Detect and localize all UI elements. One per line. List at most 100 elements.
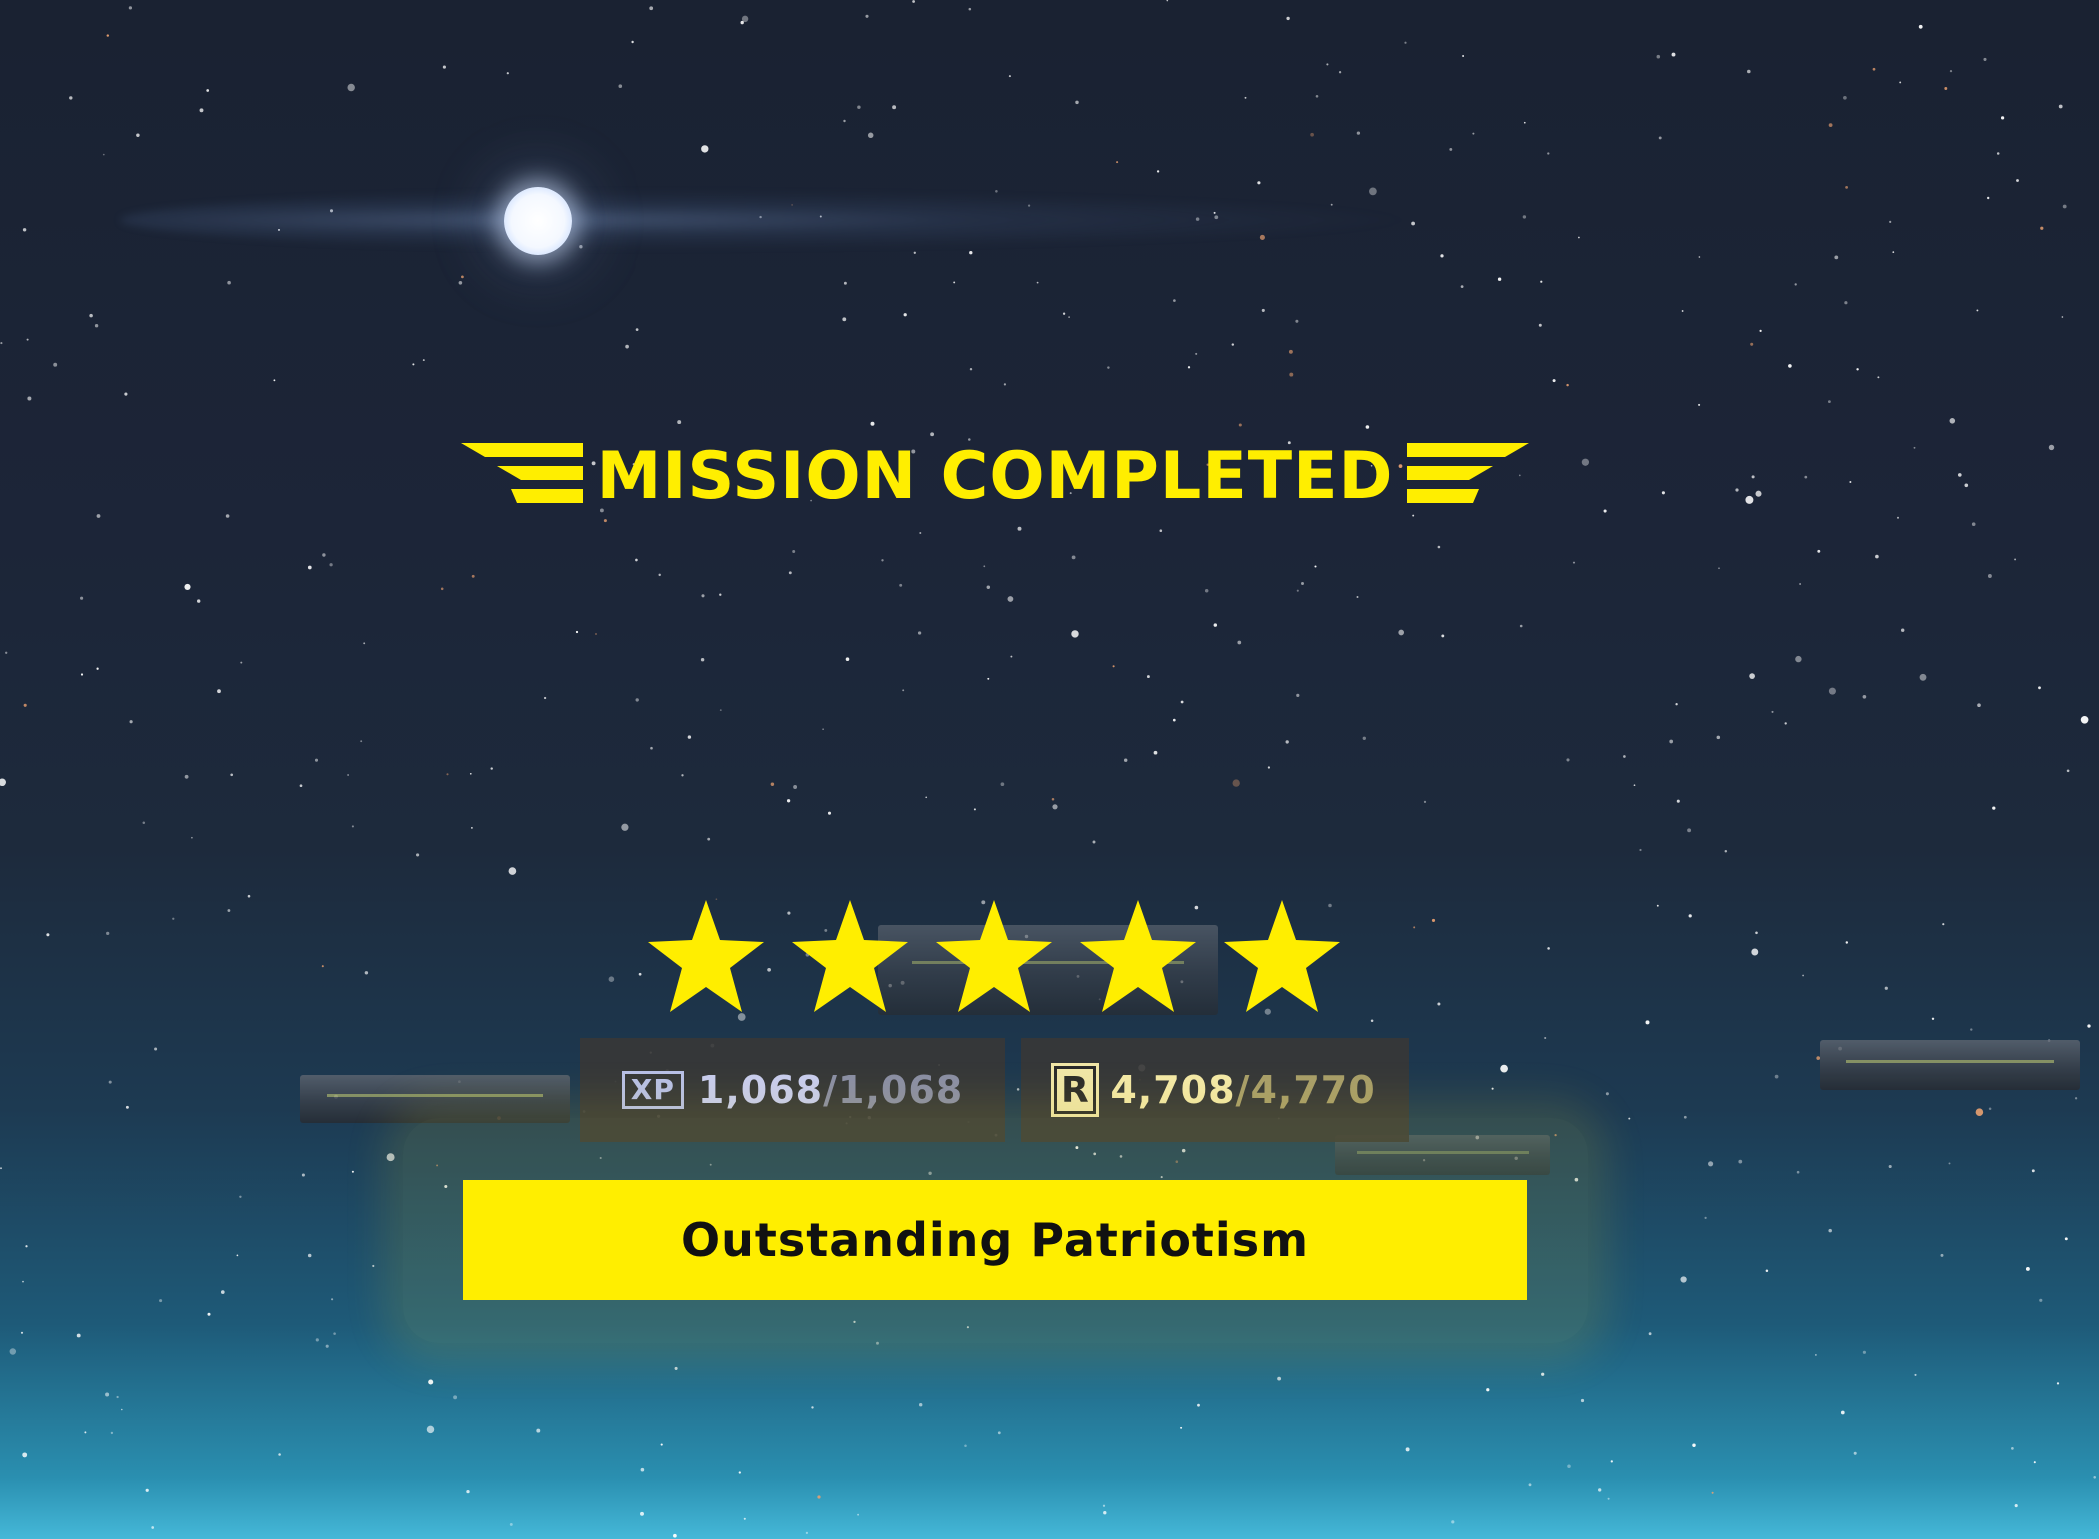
- background-star: [227, 909, 231, 912]
- background-star: [2031, 1169, 2035, 1173]
- background-star: [719, 593, 722, 596]
- background-star: [1153, 750, 1158, 755]
- requisition-icon: R: [1054, 1066, 1097, 1114]
- background-star: [1964, 483, 1969, 488]
- background-star: [220, 1290, 225, 1294]
- background-star: [442, 65, 446, 69]
- background-star: [1213, 623, 1218, 627]
- background-star: [1992, 806, 1996, 810]
- background-star: [197, 599, 201, 603]
- background-star: [827, 811, 832, 815]
- background-star: [217, 689, 221, 694]
- background-star: [1892, 251, 1895, 253]
- background-star: [1578, 236, 1580, 239]
- background-star: [360, 740, 363, 743]
- background-star: [80, 673, 84, 676]
- background-star: [621, 823, 629, 831]
- background-star: [1661, 491, 1665, 495]
- background-star: [1681, 310, 1684, 312]
- background-star: [1987, 196, 1990, 200]
- background-star: [536, 1428, 541, 1433]
- background-star: [1187, 366, 1191, 369]
- background-star: [372, 1264, 375, 1268]
- star-icon: [1080, 900, 1196, 1012]
- background-star: [2064, 1237, 2068, 1241]
- background-star: [660, 1443, 663, 1446]
- background-star: [1888, 1164, 1892, 1169]
- background-star: [1156, 170, 1160, 173]
- background-star: [892, 105, 897, 110]
- background-star: [1623, 755, 1626, 758]
- background-star: [105, 1392, 110, 1397]
- background-star: [184, 583, 191, 590]
- background-star: [76, 1333, 81, 1338]
- background-ship: [300, 1075, 570, 1123]
- background-star: [239, 1195, 242, 1199]
- background-star: [125, 1105, 129, 1109]
- background-star: [102, 153, 105, 156]
- background-star: [1755, 931, 1758, 935]
- background-star: [649, 6, 654, 11]
- background-star: [681, 774, 684, 777]
- background-star: [701, 145, 709, 153]
- background-star: [1845, 186, 1848, 189]
- background-star: [145, 1488, 149, 1492]
- background-star: [918, 1402, 923, 1407]
- background-star: [1598, 1488, 1602, 1492]
- background-star: [1123, 758, 1128, 762]
- background-star: [1658, 136, 1662, 140]
- background-star: [770, 782, 775, 787]
- background-star: [1853, 1451, 1857, 1455]
- background-star: [1718, 567, 1720, 570]
- background-star: [299, 784, 303, 788]
- background-star: [817, 1495, 821, 1499]
- background-star: [1845, 941, 1849, 944]
- background-star: [1538, 323, 1542, 327]
- xp-icon: XP: [621, 1071, 684, 1109]
- background-star: [1017, 526, 1022, 531]
- background-star: [1000, 782, 1005, 787]
- background-star: [347, 83, 355, 92]
- background-star: [1716, 735, 1721, 740]
- background-star: [969, 367, 973, 371]
- background-star: [236, 1254, 239, 1257]
- background-star: [110, 1431, 114, 1435]
- background-star: [1231, 343, 1235, 346]
- background-star: [1875, 554, 1879, 559]
- background-star: [1675, 703, 1678, 706]
- background-star: [1692, 1443, 1696, 1447]
- background-star: [53, 362, 58, 367]
- background-star: [106, 931, 110, 936]
- background-star: [1901, 628, 1905, 632]
- background-star: [471, 574, 475, 578]
- background-star: [740, 20, 744, 25]
- background-star: [2014, 558, 2017, 561]
- background-star: [902, 689, 905, 692]
- background-star: [1607, 1497, 1610, 1500]
- background-star: [1547, 947, 1550, 950]
- background-star: [608, 976, 615, 982]
- background-star: [1581, 458, 1590, 466]
- background-star: [1771, 710, 1774, 713]
- background-star: [870, 421, 875, 426]
- background-star: [1698, 256, 1701, 258]
- background-star: [2061, 316, 2064, 318]
- background-star: [1840, 1410, 1845, 1415]
- background-star: [1405, 1447, 1410, 1452]
- background-star: [899, 583, 903, 587]
- background-star: [997, 1431, 1001, 1435]
- background-star: [1007, 596, 1014, 602]
- background-star: [1267, 766, 1271, 769]
- background-star: [701, 594, 705, 598]
- background-star: [191, 836, 193, 839]
- background-star: [426, 1425, 435, 1434]
- background-star: [1310, 132, 1314, 137]
- background-star: [719, 709, 722, 711]
- background-star: [1628, 1117, 1631, 1120]
- background-star: [128, 6, 133, 10]
- background-star: [1437, 1002, 1441, 1006]
- background-star: [1844, 301, 1848, 305]
- background-star: [1755, 490, 1762, 497]
- background-star: [1948, 1162, 1951, 1165]
- background-star: [1500, 1064, 1508, 1073]
